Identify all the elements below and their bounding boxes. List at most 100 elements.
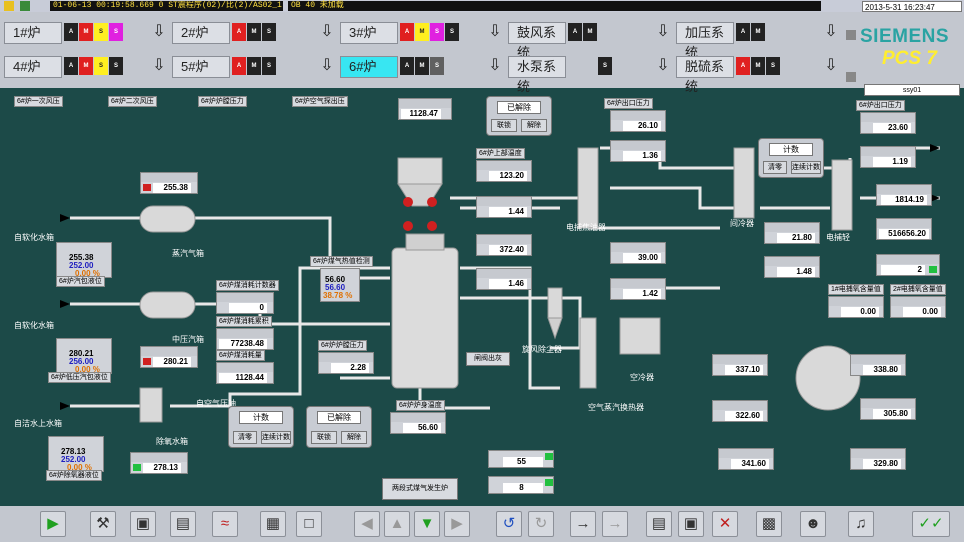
keyboard-icon[interactable] [846,72,856,82]
reset-button[interactable]: 清零 [763,161,787,174]
arrow-down-icon[interactable]: ⇩ [486,56,504,76]
nav-furnace-4[interactable]: 4#炉 [4,56,62,78]
arrow-up-icon[interactable]: ▲ [384,511,410,537]
ack-icon[interactable] [20,1,30,11]
print-icon[interactable]: ▩ [756,511,782,537]
release-button[interactable]: 解除 [521,119,547,132]
window-icon[interactable] [846,30,856,40]
value-faceplate[interactable]: 23.60 [860,112,916,134]
value-faceplate[interactable]: 55 [488,450,554,468]
status-group-8: AMS [400,57,459,75]
interlock-button[interactable]: 联锁 [311,431,337,444]
arrow-down-icon[interactable]: ⇩ [150,56,168,76]
value-faceplate[interactable]: 0.00 [828,296,884,318]
arrow-down-icon[interactable]: ⇩ [318,22,336,42]
release-button[interactable]: 解除 [341,431,367,444]
login-icon[interactable]: → [570,511,596,537]
nav-furnace-5[interactable]: 5#炉 [172,56,230,78]
value-faceplate[interactable]: 280.21 [140,346,198,368]
tag-label: 6#炉炉膛压力 [318,340,367,351]
nav-furnace-6[interactable]: 6#炉 [340,56,398,78]
nav-furnace-1[interactable]: 1#炉 [4,22,62,44]
value-faceplate[interactable]: 337.10 [712,354,768,376]
arrow-right-icon[interactable]: ▶ [444,511,470,537]
value-faceplate[interactable]: 1.48 [764,256,820,278]
value-faceplate[interactable]: 0 [216,292,274,314]
value-faceplate[interactable]: 1.46 [476,268,532,290]
gas-faceplate[interactable]: 56.60 56.60 38.78 % [320,268,360,302]
value-faceplate[interactable]: 305.80 [860,398,916,420]
value-faceplate[interactable]: 56.60 [390,412,446,434]
value-faceplate[interactable]: 21.80 [764,222,820,244]
value-faceplate[interactable]: 26.10 [610,110,666,132]
arrow-down-icon[interactable]: ▼ [414,511,440,537]
save-file-icon[interactable]: ▣ [678,511,704,537]
value-faceplate[interactable]: 1.19 [860,146,916,168]
value-faceplate[interactable]: 1.36 [610,140,666,162]
arrow-down-icon[interactable]: ⇩ [822,56,840,76]
export-icon[interactable]: □ [296,511,322,537]
nav-pressure-system[interactable]: 加压系统 [676,22,734,60]
value-faceplate[interactable]: 1128.47 [398,98,452,120]
value-faceplate[interactable]: 278.13 [130,452,188,474]
redo-icon[interactable]: ↻ [528,511,554,537]
value-faceplate[interactable]: 338.80 [850,354,906,376]
nav-desulfur-system[interactable]: 脱硫系统 [676,56,734,94]
level-faceplate[interactable]: 255.38 252.00 0.00 % [56,242,112,278]
nav-pump-system[interactable]: 水泵系统 [508,56,566,94]
label-cyclone: 旋风除尘器 [522,345,562,354]
reset-button[interactable]: 清零 [233,431,257,444]
arrow-down-icon[interactable]: ⇩ [318,56,336,76]
report-icon[interactable]: ▤ [170,511,196,537]
interlock-button[interactable]: 联锁 [491,119,517,132]
alarm-icon[interactable] [4,1,14,11]
arrow-down-icon[interactable]: ⇩ [654,56,672,76]
sound-icon[interactable]: ♫ [848,511,874,537]
value-faceplate[interactable]: 255.38 [140,172,198,194]
value-faceplate[interactable]: 329.80 [850,448,906,470]
value-faceplate[interactable]: 8 [488,476,554,494]
value-faceplate[interactable]: 516656.20 [876,218,932,240]
delete-file-icon[interactable]: ✕ [712,511,738,537]
gas-producer-button[interactable]: 两段式煤气发生炉 [382,478,458,500]
value-faceplate[interactable]: 123.20 [476,160,532,182]
arrow-down-icon[interactable]: ⇩ [486,22,504,42]
ash-door-button[interactable]: 闸阀出灰 [466,352,510,366]
value-faceplate[interactable]: 2.28 [318,352,374,374]
trend-icon[interactable]: ≈ [212,511,238,537]
user-icon[interactable]: ☻ [800,511,826,537]
value-faceplate[interactable]: 372.40 [476,234,532,256]
header-navigation: 1#炉 AMSS ⇩ 2#炉 AMS ⇩ 3#炉 AMSS ⇩ 鼓风系统 AM … [0,12,964,96]
value-faceplate[interactable]: 77238.48 [216,328,274,350]
value-faceplate[interactable]: 322.60 [712,400,768,422]
value-faceplate[interactable]: 39.00 [610,242,666,264]
undo-icon[interactable]: ↺ [496,511,522,537]
value-faceplate[interactable]: 1814.19 [876,184,932,206]
level-faceplate[interactable]: 278.13 252.00 0.00 % [48,436,104,472]
document-icon[interactable]: ▦ [260,511,286,537]
continuous-count-button[interactable]: 连续计数 [791,161,821,174]
arrow-down-icon[interactable]: ⇩ [150,22,168,42]
continuous-count-button[interactable]: 连续计数 [261,431,291,444]
play-icon[interactable]: ▶ [40,511,66,537]
open-file-icon[interactable]: ▤ [646,511,672,537]
nav-furnace-3[interactable]: 3#炉 [340,22,398,44]
value-faceplate[interactable]: 2 [876,254,940,276]
arrow-down-icon[interactable]: ⇩ [654,22,672,42]
nav-furnace-2[interactable]: 2#炉 [172,22,230,44]
value-faceplate[interactable]: 1128.44 [216,362,274,384]
value-faceplate[interactable]: 341.60 [718,448,774,470]
value-text: 1.46 [489,279,527,289]
logout-icon[interactable]: → [602,511,628,537]
folder-icon[interactable]: ▣ [130,511,156,537]
arrow-left-icon[interactable]: ◀ [354,511,380,537]
nav-blower-system[interactable]: 鼓风系统 [508,22,566,60]
value-text: 2 [881,265,925,275]
value-faceplate[interactable]: 0.00 [890,296,946,318]
acknowledge-icon[interactable]: ✓✓ [912,511,950,537]
arrow-down-icon[interactable]: ⇩ [822,22,840,42]
value-faceplate[interactable]: 1.44 [476,196,532,218]
level-faceplate[interactable]: 280.21 256.00 0.00 % [56,338,112,374]
tools-icon[interactable]: ⚒ [90,511,116,537]
value-faceplate[interactable]: 1.42 [610,278,666,300]
